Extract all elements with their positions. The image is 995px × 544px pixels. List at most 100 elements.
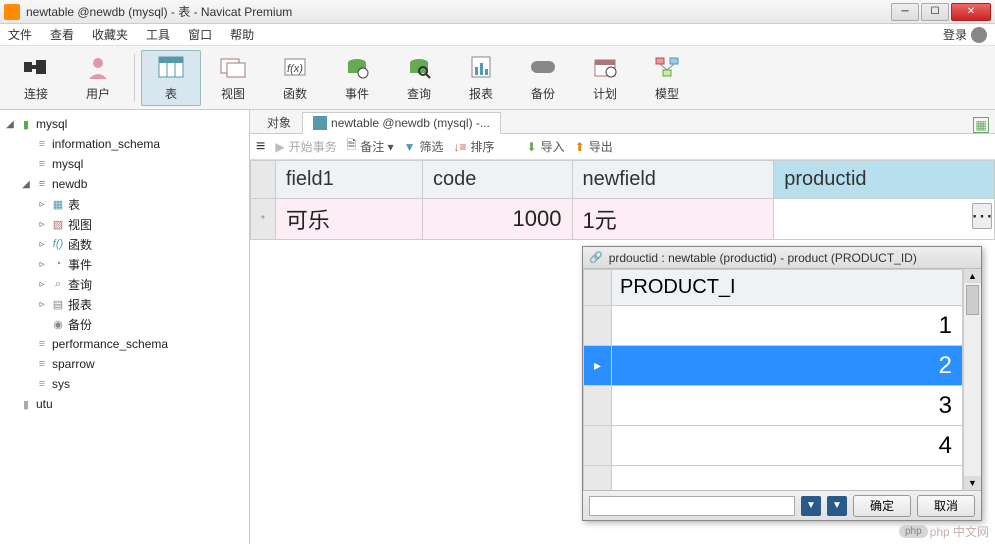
user-icon [84, 53, 112, 81]
column-field1[interactable]: field1 [275, 161, 422, 199]
database-icon: ≡ [34, 157, 50, 171]
menu-help[interactable]: 帮助 [230, 26, 254, 43]
note-button[interactable]: 🗎备注 ▾ [347, 136, 394, 157]
tree-item-functions[interactable]: ▹f()函数 [0, 234, 249, 254]
menu-icon[interactable]: ≡ [256, 138, 265, 156]
list-item[interactable]: 4 [584, 426, 963, 466]
titlebar: newtable @newdb (mysql) - 表 - Navicat Pr… [0, 0, 995, 24]
menu-window[interactable]: 窗口 [188, 26, 212, 43]
fk-list[interactable]: PRODUCT_I 1 ▸2 3 4 [583, 269, 963, 490]
tree-item-events[interactable]: ▹◔事件 [0, 254, 249, 274]
view-icon: ▧ [50, 217, 66, 231]
user-button[interactable]: 用户 [68, 50, 128, 106]
tree-db-mysql[interactable]: ≡mysql [0, 154, 249, 174]
scroll-up-icon[interactable]: ▲ [964, 269, 981, 283]
data-grid[interactable]: field1 code newfield productid * 可乐 1000… [250, 160, 995, 240]
popup-column-header[interactable]: PRODUCT_I [612, 270, 963, 306]
avatar-icon [971, 27, 987, 43]
tree-db-sparrow[interactable]: ≡sparrow [0, 354, 249, 374]
begin-transaction-button[interactable]: ▶开始事务 [275, 138, 336, 155]
tree-db-information-schema[interactable]: ≡information_schema [0, 134, 249, 154]
table-icon [313, 116, 327, 130]
export-icon: ⬆ [575, 140, 585, 154]
tree-db-sys[interactable]: ≡sys [0, 374, 249, 394]
query-icon: ⌕ [50, 277, 66, 291]
cell-newfield[interactable]: 1元 [572, 199, 774, 240]
database-icon: ≡ [34, 137, 50, 151]
report-icon [467, 53, 495, 81]
row-marker: * [251, 199, 276, 240]
list-item[interactable]: 1 [584, 306, 963, 346]
minimize-button[interactable]: ─ [891, 3, 919, 21]
ok-button[interactable]: 确定 [853, 495, 911, 517]
login-button[interactable]: 登录 [943, 26, 987, 43]
menu-file[interactable]: 文件 [8, 26, 32, 43]
sort-button[interactable]: ↓≡排序 [454, 138, 495, 155]
menu-fav[interactable]: 收藏夹 [92, 26, 128, 43]
model-icon [653, 53, 681, 81]
tab-objects[interactable]: 对象 [256, 111, 302, 133]
tree-item-views[interactable]: ▹▧视图 [0, 214, 249, 234]
fk-dropdown-button[interactable]: ⋯ [972, 203, 992, 229]
plan-button[interactable]: 计划 [575, 50, 635, 106]
backup-button[interactable]: 备份 [513, 50, 573, 106]
backup-icon [529, 53, 557, 81]
event-icon [343, 53, 371, 81]
event-button[interactable]: 事件 [327, 50, 387, 106]
tree-connection-mysql[interactable]: ◢▮mysql [0, 114, 249, 134]
model-button[interactable]: 模型 [637, 50, 697, 106]
filter-icon: ▼ [404, 140, 416, 154]
tab-newtable[interactable]: newtable @newdb (mysql) -... [302, 112, 501, 134]
table-icon [157, 53, 185, 81]
column-newfield[interactable]: newfield [572, 161, 774, 199]
table-icon: ▦ [50, 197, 66, 211]
sort-icon: ↓≡ [454, 140, 467, 154]
add-tab-button[interactable]: ▦ [973, 117, 989, 133]
report-button[interactable]: 报表 [451, 50, 511, 106]
table-row[interactable]: * 可乐 1000 1元 ⋯ [251, 199, 995, 240]
cell-field1[interactable]: 可乐 [275, 199, 422, 240]
cancel-button[interactable]: 取消 [917, 495, 975, 517]
scroll-thumb[interactable] [966, 285, 979, 315]
filter-toggle-button[interactable]: ▼ [801, 496, 821, 516]
cell-productid[interactable]: ⋯ [774, 199, 995, 240]
import-button[interactable]: ⬇导入 [527, 138, 565, 155]
maximize-button[interactable]: ☐ [921, 3, 949, 21]
export-button[interactable]: ⬆导出 [575, 138, 613, 155]
query-button[interactable]: 查询 [389, 50, 449, 106]
table-button[interactable]: 表 [141, 50, 201, 106]
tree-connection-utu[interactable]: ▮utu [0, 394, 249, 414]
menubar: 文件 查看 收藏夹 工具 窗口 帮助 登录 [0, 24, 995, 46]
cell-code[interactable]: 1000 [422, 199, 572, 240]
scroll-down-icon[interactable]: ▼ [964, 476, 981, 490]
tree-item-reports[interactable]: ▹▤报表 [0, 294, 249, 314]
tree-item-tables[interactable]: ▹▦表 [0, 194, 249, 214]
connection-icon: ▮ [18, 397, 34, 411]
column-code[interactable]: code [422, 161, 572, 199]
tab-bar: 对象 newtable @newdb (mysql) -... ▦ [250, 110, 995, 134]
view-icon [219, 53, 247, 81]
view-button[interactable]: 视图 [203, 50, 263, 106]
menu-view[interactable]: 查看 [50, 26, 74, 43]
list-item [584, 466, 963, 491]
filter-button[interactable]: ▼筛选 [404, 138, 444, 155]
filter-clear-button[interactable]: ▼ [827, 496, 847, 516]
tree-item-queries[interactable]: ▹⌕查询 [0, 274, 249, 294]
scrollbar[interactable]: ▲ ▼ [963, 269, 981, 490]
window-title: newtable @newdb (mysql) - 表 - Navicat Pr… [26, 3, 891, 20]
menu-tool[interactable]: 工具 [146, 26, 170, 43]
report-icon: ▤ [50, 297, 66, 311]
list-item[interactable]: 3 [584, 386, 963, 426]
column-productid[interactable]: productid [774, 161, 995, 199]
table-toolbar: ≡ ▶开始事务 🗎备注 ▾ ▼筛选 ↓≡排序 ⬇导入 ⬆导出 [250, 134, 995, 160]
link-icon: 🔗 [589, 251, 603, 264]
search-input[interactable] [589, 496, 795, 516]
function-button[interactable]: f(x)函数 [265, 50, 325, 106]
connect-button[interactable]: 连接 [6, 50, 66, 106]
tree-db-newdb[interactable]: ◢≡newdb [0, 174, 249, 194]
list-item[interactable]: ▸2 [584, 346, 963, 386]
tree-item-backup[interactable]: ◉备份 [0, 314, 249, 334]
backup-icon: ◉ [50, 317, 66, 331]
tree-db-performance-schema[interactable]: ≡performance_schema [0, 334, 249, 354]
close-button[interactable]: ✕ [951, 3, 991, 21]
